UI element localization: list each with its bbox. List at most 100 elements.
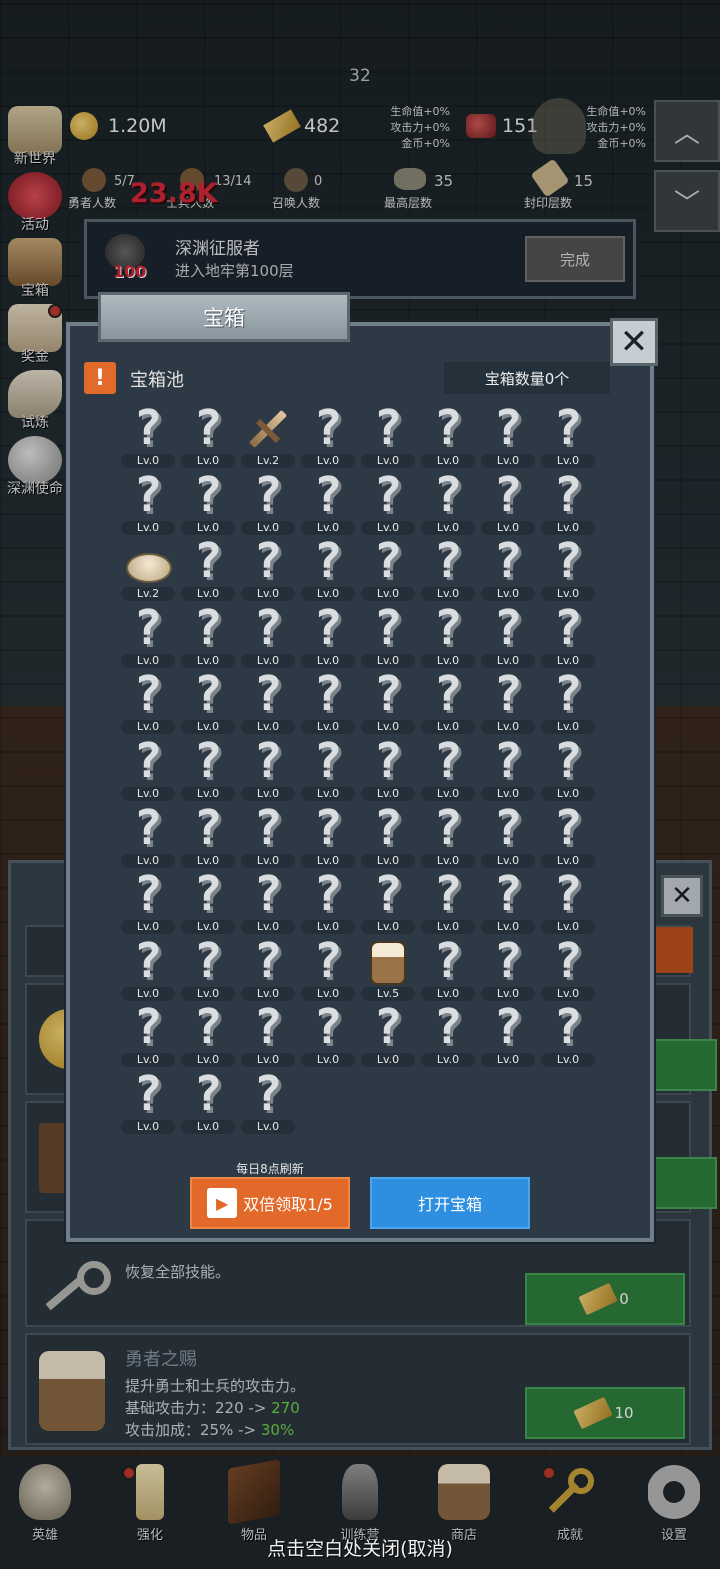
chest-pool-item[interactable]: ? Lv.0 [418,868,478,935]
chest-pool-item[interactable]: ? Lv.0 [178,469,238,535]
chest-pool-item[interactable]: ? Lv.0 [478,668,538,735]
chest-pool-item[interactable]: ? Lv.0 [178,668,238,735]
chest-pool-item[interactable]: ? Lv.0 [178,1001,238,1068]
chest-pool-item[interactable]: ? Lv.0 [118,802,178,868]
unknown-item-icon: ? [253,799,283,856]
unknown-item-icon: ? [373,599,403,656]
chest-pool-item[interactable]: ? Lv.0 [538,469,598,535]
chest-pool-item[interactable]: ? Lv.0 [478,402,538,468]
chest-pool-item[interactable]: ? Lv.0 [418,668,478,735]
chest-pool-item[interactable]: ? Lv.0 [418,602,478,668]
chest-pool-item[interactable]: ? Lv.0 [478,602,538,668]
chest-pool-item[interactable]: ? Lv.0 [538,735,598,801]
chest-pool-item[interactable]: ? Lv.0 [478,802,538,868]
chest-pool-item[interactable]: ? Lv.0 [358,802,418,868]
chest-pool-item[interactable]: ? Lv.0 [298,668,358,735]
chest-pool-item[interactable]: ? Lv.0 [238,469,298,535]
chest-pool-item[interactable]: ? Lv.0 [238,935,298,1001]
chest-pool-item[interactable]: ? Lv.0 [418,535,478,602]
chest-pool-item[interactable]: ? Lv.0 [538,535,598,602]
info-icon[interactable]: ! [84,362,116,394]
chest-pool-item[interactable]: ? Lv.0 [478,1001,538,1068]
dialog-close-button[interactable]: ✕ [610,318,658,366]
chest-pool-item[interactable]: ? Lv.0 [298,469,358,535]
chest-pool-item[interactable]: ? Lv.0 [418,735,478,801]
chest-pool-item[interactable]: ? Lv.0 [178,802,238,868]
chest-pool-item[interactable]: Lv.2 [238,402,298,468]
unknown-item-icon: ? [253,999,283,1056]
chest-pool-item[interactable]: ? Lv.0 [298,802,358,868]
chest-pool-item[interactable]: ? Lv.0 [118,668,178,735]
chest-pool-item[interactable]: ? Lv.0 [118,868,178,935]
chest-pool-item[interactable]: ? Lv.0 [118,935,178,1001]
chest-pool-item[interactable]: ? Lv.0 [538,668,598,735]
chest-pool-item[interactable]: ? Lv.0 [478,535,538,602]
chest-pool-item[interactable]: ? Lv.0 [298,602,358,668]
unknown-item-icon: ? [313,799,343,856]
chest-pool-item[interactable]: ? Lv.0 [358,868,418,935]
chest-pool-item[interactable]: ? Lv.0 [178,868,238,935]
chest-pool-item[interactable]: ? Lv.0 [298,535,358,602]
chest-pool-item[interactable]: ? Lv.0 [118,469,178,535]
chest-pool-item[interactable]: ? Lv.0 [358,535,418,602]
chest-pool-item[interactable]: ? Lv.0 [538,802,598,868]
chest-pool-item[interactable]: ? Lv.0 [118,1068,178,1134]
unknown-item-icon: ? [493,400,523,456]
chest-pool-item[interactable]: ? Lv.0 [238,868,298,935]
unknown-item-icon: ? [493,599,523,656]
chest-pool-item[interactable]: ? Lv.0 [538,935,598,1001]
chest-pool-item[interactable]: ? Lv.0 [238,535,298,602]
chest-pool-item[interactable]: ? Lv.0 [238,999,298,1068]
chest-pool-item[interactable]: ? Lv.0 [238,735,298,801]
chest-pool-item[interactable]: ? Lv.0 [538,1001,598,1068]
chest-pool-item[interactable]: ? Lv.0 [478,868,538,935]
chest-pool-item[interactable]: ? Lv.0 [298,1001,358,1068]
chest-pool-item[interactable]: ? Lv.0 [478,935,538,1001]
chest-pool-item[interactable]: ? Lv.0 [418,402,478,468]
chest-pool-item[interactable]: ? Lv.0 [358,402,418,468]
chest-pool-item[interactable]: ? Lv.0 [358,469,418,535]
chest-pool-item[interactable]: ? Lv.0 [178,735,238,801]
chest-pool-item[interactable]: ? Lv.0 [238,668,298,735]
chest-pool-item[interactable]: ? Lv.0 [298,866,358,935]
chest-pool-item[interactable]: Lv.2 [118,535,178,602]
chest-pool-item[interactable]: ? Lv.0 [298,402,358,468]
chest-pool-item[interactable]: ? Lv.0 [358,602,418,668]
item-level: Lv.0 [301,454,355,468]
double-claim-button[interactable]: ▶ 双倍领取1/5 [190,1177,350,1229]
item-level: Lv.0 [361,787,415,801]
chest-pool-item[interactable]: Lv.5 [358,935,418,1001]
item-level: Lv.0 [181,787,235,801]
chest-pool-item[interactable]: ? Lv.0 [118,402,178,468]
chest-pool-item[interactable]: ? Lv.0 [418,935,478,1001]
close-hint[interactable]: 点击空白处关闭(取消) [0,1534,720,1561]
chest-pool-item[interactable]: ? Lv.0 [538,402,598,468]
chest-pool-item[interactable]: ? Lv.0 [178,602,238,668]
chest-pool-item[interactable]: ? Lv.0 [538,868,598,935]
chest-pool-item[interactable]: ? Lv.0 [358,735,418,801]
chest-pool-item[interactable]: ? Lv.0 [358,1001,418,1068]
chest-pool-item[interactable]: ? Lv.0 [538,602,598,668]
chest-pool-item[interactable]: ? Lv.0 [118,602,178,668]
chest-pool-item[interactable]: ? Lv.0 [178,935,238,1001]
chest-pool-item[interactable]: ? Lv.0 [178,1068,238,1134]
open-chest-button[interactable]: 打开宝箱 [370,1177,530,1229]
unknown-item-icon: ? [133,400,163,456]
chest-pool-item[interactable]: ? Lv.0 [298,735,358,801]
item-level: Lv.0 [541,1053,595,1068]
chest-pool-item[interactable]: ? Lv.0 [418,1001,478,1068]
chest-pool-item[interactable]: ? Lv.0 [418,802,478,868]
unknown-item-icon: ? [313,866,343,923]
chest-pool-item[interactable]: ? Lv.0 [298,935,358,1001]
chest-pool-item[interactable]: ? Lv.0 [238,602,298,668]
chest-pool-item[interactable]: ? Lv.0 [118,1001,178,1068]
chest-pool-item[interactable]: ? Lv.0 [118,735,178,801]
chest-pool-item[interactable]: ? Lv.0 [478,735,538,801]
chest-pool-item[interactable]: ? Lv.0 [238,1068,298,1134]
chest-pool-item[interactable]: ? Lv.0 [178,402,238,468]
chest-pool-item[interactable]: ? Lv.0 [238,802,298,868]
chest-pool-item[interactable]: ? Lv.0 [478,469,538,535]
chest-pool-item[interactable]: ? Lv.0 [418,469,478,535]
chest-pool-item[interactable]: ? Lv.0 [178,535,238,602]
chest-pool-item[interactable]: ? Lv.0 [358,668,418,735]
